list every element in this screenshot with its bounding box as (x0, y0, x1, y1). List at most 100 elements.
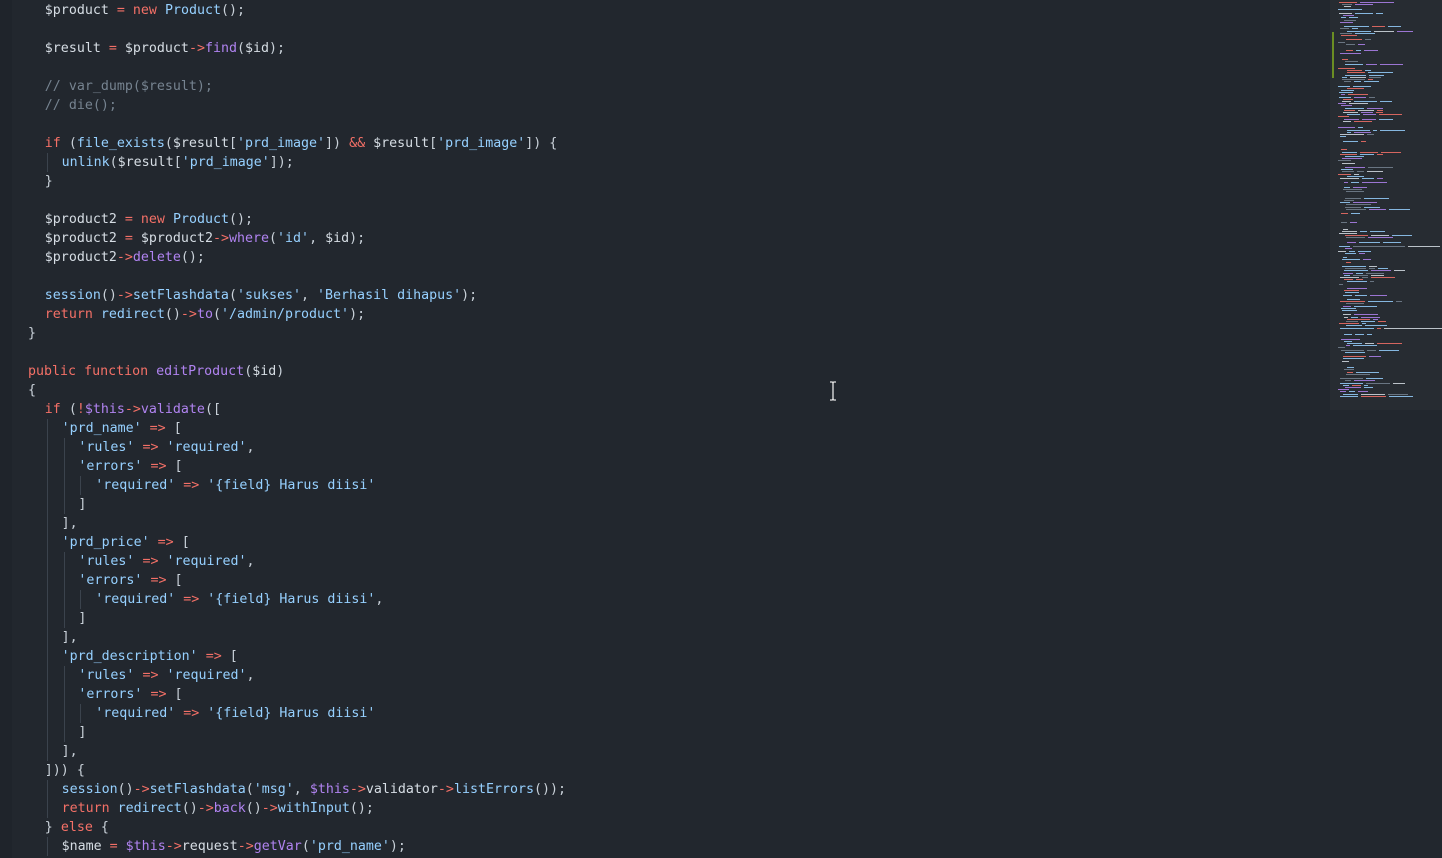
minimap-code-line (1379, 118, 1393, 120)
code-line[interactable]: 'required' => '{field} Harus diisi', (95, 590, 383, 609)
code-token-p (102, 839, 110, 854)
code-token-p: [ (173, 154, 182, 170)
code-line[interactable]: ] (78, 723, 86, 742)
minimap-code-line (1364, 206, 1380, 208)
code-line[interactable]: $product2->delete(); (45, 248, 205, 267)
code-line[interactable]: unlink($result['prd_image']); (62, 153, 294, 172)
code-line[interactable]: session()->setFlashdata('sukses', 'Berha… (45, 286, 477, 305)
minimap-code-line (1351, 316, 1358, 318)
indent-guide (63, 703, 65, 723)
code-token-var: $product2 (140, 230, 213, 246)
code-token-p: [ (221, 648, 238, 664)
code-editor[interactable]: $product = new Product(); $result = $prod… (0, 0, 1330, 858)
code-line[interactable]: $name = $this->request->getVar('prd_name… (62, 837, 406, 856)
code-line[interactable]: ], (62, 742, 78, 761)
code-line[interactable]: ], (62, 514, 78, 533)
code-token-str: '{field} Harus diisi' (207, 705, 376, 721)
indent-guide (46, 570, 48, 590)
minimap-code-line (1345, 74, 1366, 76)
minimap-code-line (1368, 79, 1373, 80)
minimap-code-line (1344, 186, 1350, 188)
minimap-code-line (1408, 246, 1440, 248)
code-line[interactable]: ] (78, 495, 86, 514)
minimap-code-line (1338, 116, 1349, 118)
code-token-p: [ (166, 572, 183, 588)
minimap-code-line (1357, 171, 1364, 173)
code-line[interactable]: if (file_exists($result['prd_image']) &&… (45, 134, 557, 153)
code-line[interactable]: 'errors' => [ (78, 685, 182, 704)
code-line[interactable]: ])) { (45, 761, 85, 780)
code-token-str: 'errors' (78, 572, 143, 588)
code-token-p: () (100, 287, 117, 303)
minimap-code-line (1366, 63, 1377, 65)
minimap-code-line (1374, 30, 1394, 32)
minimap-code-line (1340, 391, 1346, 393)
code-line[interactable]: 'rules' => 'required', (78, 438, 254, 457)
minimap-code-line (1362, 277, 1368, 278)
minimap-code-line (1338, 127, 1355, 129)
code-line[interactable]: 'prd_price' => [ (62, 533, 190, 552)
minimap-code-line (1341, 222, 1347, 223)
code-line[interactable]: } (28, 324, 36, 343)
code-token-p: ] (78, 496, 87, 512)
code-line[interactable]: $product = new Product(); (45, 1, 245, 20)
minimap-code-line (1352, 28, 1358, 30)
code-line[interactable]: $product2 = $product2->where('id', $id); (45, 229, 365, 248)
code-token-p (365, 136, 373, 151)
minimap-code-line (1358, 43, 1365, 45)
minimap-code-line (1343, 294, 1352, 296)
code-line[interactable]: public function editProduct($id) (28, 362, 284, 381)
code-line[interactable]: // var_dump($result); (45, 77, 213, 96)
minimap-code-line (1343, 189, 1362, 190)
minimap-code-line (1353, 274, 1368, 276)
code-token-p: ); (461, 287, 478, 303)
code-token-op: => (142, 553, 159, 569)
minimap-code-line (1338, 173, 1351, 175)
code-token-p: (); (229, 211, 254, 227)
code-line[interactable]: 'required' => '{field} Harus diisi' (95, 476, 375, 495)
code-line[interactable]: 'required' => '{field} Harus diisi' (95, 704, 375, 723)
code-line[interactable]: // die(); (45, 96, 117, 115)
minimap-code-line (1344, 182, 1348, 184)
code-token-kw: return (44, 306, 93, 322)
code-line[interactable]: $result = $product->find($id); (45, 39, 285, 58)
minimap-code-line (1346, 208, 1366, 210)
code-line[interactable]: session()->setFlashdata('msg', $this->va… (62, 780, 566, 799)
code-token-str: 'sukses' (236, 287, 302, 303)
minimap-code-line (1340, 28, 1349, 30)
code-token-fn: back (213, 800, 246, 816)
code-line[interactable]: } (45, 172, 53, 191)
code-line[interactable]: 'prd_description' => [ (62, 647, 238, 666)
code-line[interactable]: } else { (45, 818, 109, 837)
code-token-p: ); (349, 306, 366, 322)
code-token-op: => (150, 458, 167, 474)
minimap-code-line (1343, 98, 1353, 100)
code-line[interactable]: ], (62, 628, 78, 647)
minimap-code-line (1369, 356, 1381, 358)
code-token-op: = (108, 40, 117, 56)
code-line[interactable]: 'errors' => [ (78, 457, 182, 476)
code-token-p: ])) { (44, 762, 85, 778)
code-line[interactable]: 'rules' => 'required', (78, 552, 254, 571)
code-line[interactable]: 'prd_name' => [ (62, 419, 182, 438)
code-line[interactable]: 'errors' => [ (78, 571, 182, 590)
minimap-code-line (1360, 151, 1378, 153)
minimap-code-line (1347, 318, 1370, 320)
minimap-code-line (1347, 281, 1367, 283)
minimap[interactable] (1330, 0, 1442, 858)
minimap-code-line (1362, 118, 1376, 120)
code-token-str: 'prd_name' (61, 420, 142, 436)
minimap-code-line (1340, 395, 1358, 397)
code-line[interactable]: return redirect()->back()->withInput(); (62, 799, 374, 818)
minimap-code-line (1351, 182, 1359, 184)
code-line[interactable]: if (!$this->validate([ (45, 400, 221, 419)
code-line[interactable]: $product2 = new Product(); (45, 210, 253, 229)
minimap-code-line (1347, 241, 1356, 243)
indent-guide (46, 418, 48, 438)
code-line[interactable]: { (28, 381, 36, 400)
code-line[interactable]: return redirect()->to('/admin/product'); (45, 305, 365, 324)
code-token-cls: listErrors (453, 781, 534, 797)
indent-guide (63, 475, 65, 495)
code-line[interactable]: 'rules' => 'required', (78, 666, 254, 685)
code-line[interactable]: ] (78, 609, 86, 628)
